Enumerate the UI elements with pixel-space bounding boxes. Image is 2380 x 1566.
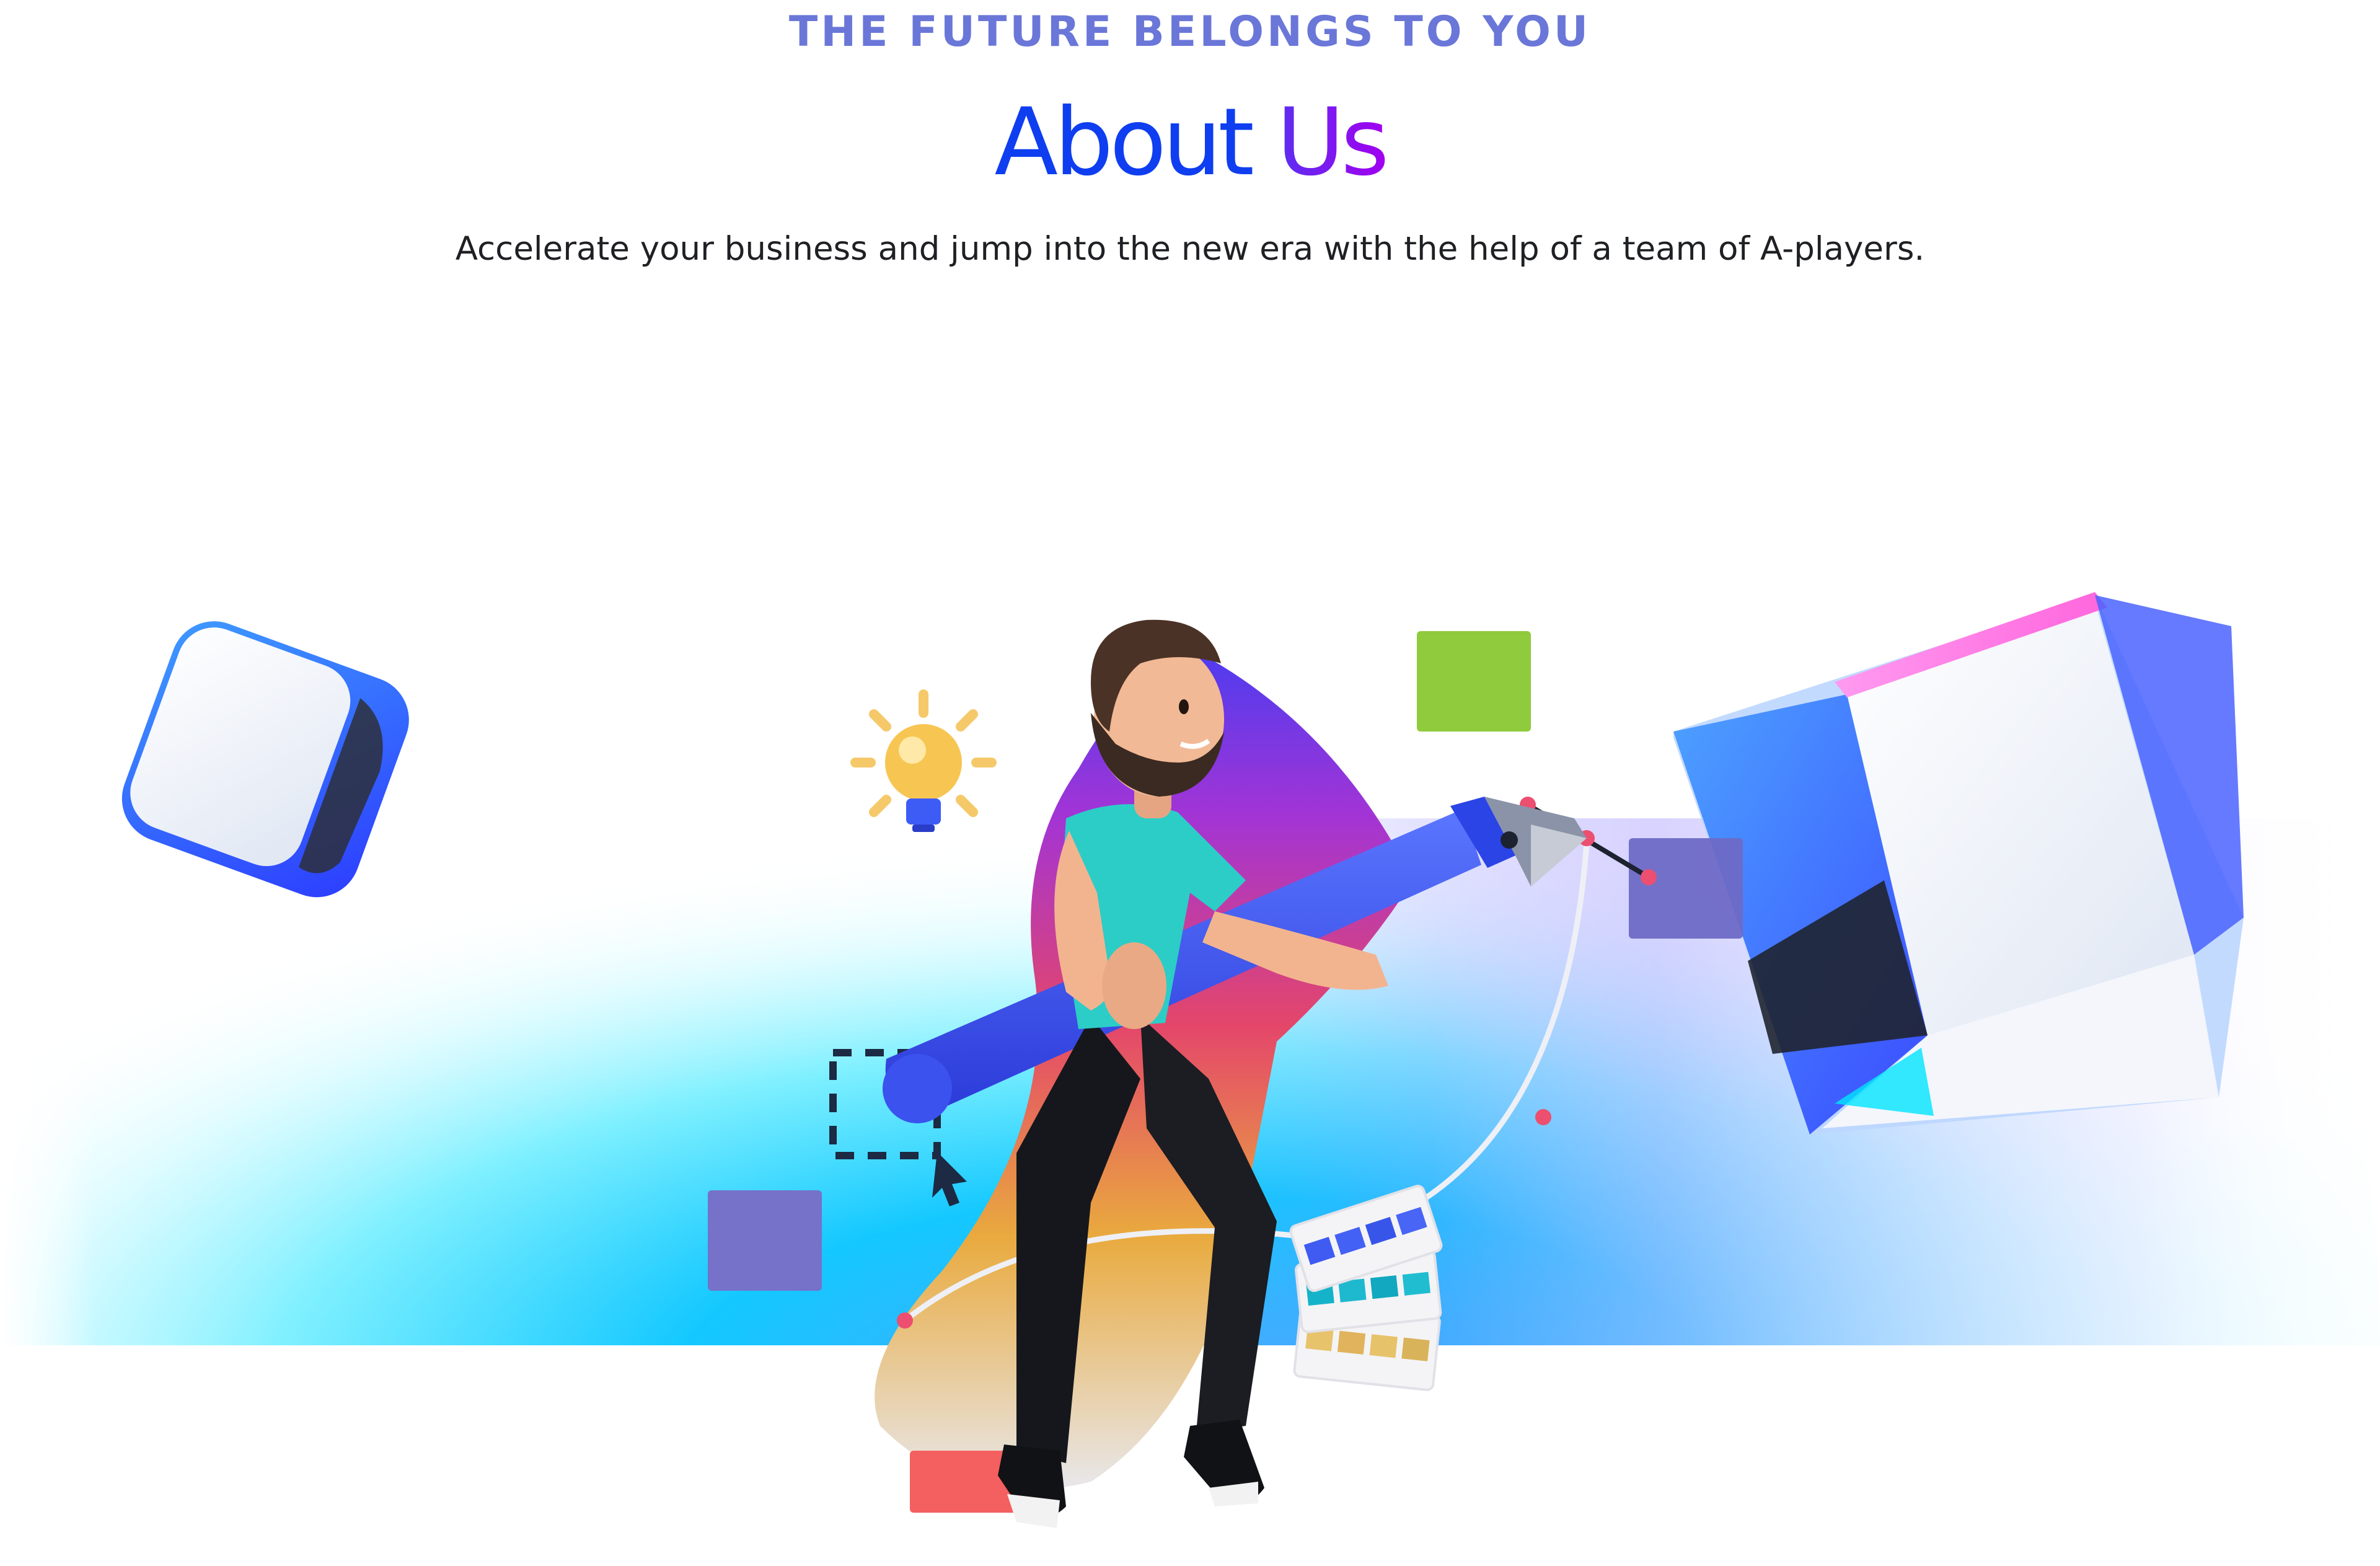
violet-square-right: [1629, 838, 1743, 939]
green-square: [1417, 631, 1531, 732]
section-subtitle: Accelerate your business and jump into t…: [455, 230, 1925, 268]
violet-square-left: [708, 1190, 822, 1291]
title-about: About: [994, 89, 1254, 197]
section-eyebrow: THE FUTURE BELONGS TO YOU: [788, 7, 1592, 56]
title-us: Us: [1276, 89, 1390, 197]
hero-illustration: [0, 335, 2380, 1566]
hero-svg: [0, 446, 2380, 1528]
page-title: About Us: [0, 96, 2380, 189]
about-section: THE FUTURE BELONGS TO YOU About Us Accel…: [0, 0, 2380, 1566]
